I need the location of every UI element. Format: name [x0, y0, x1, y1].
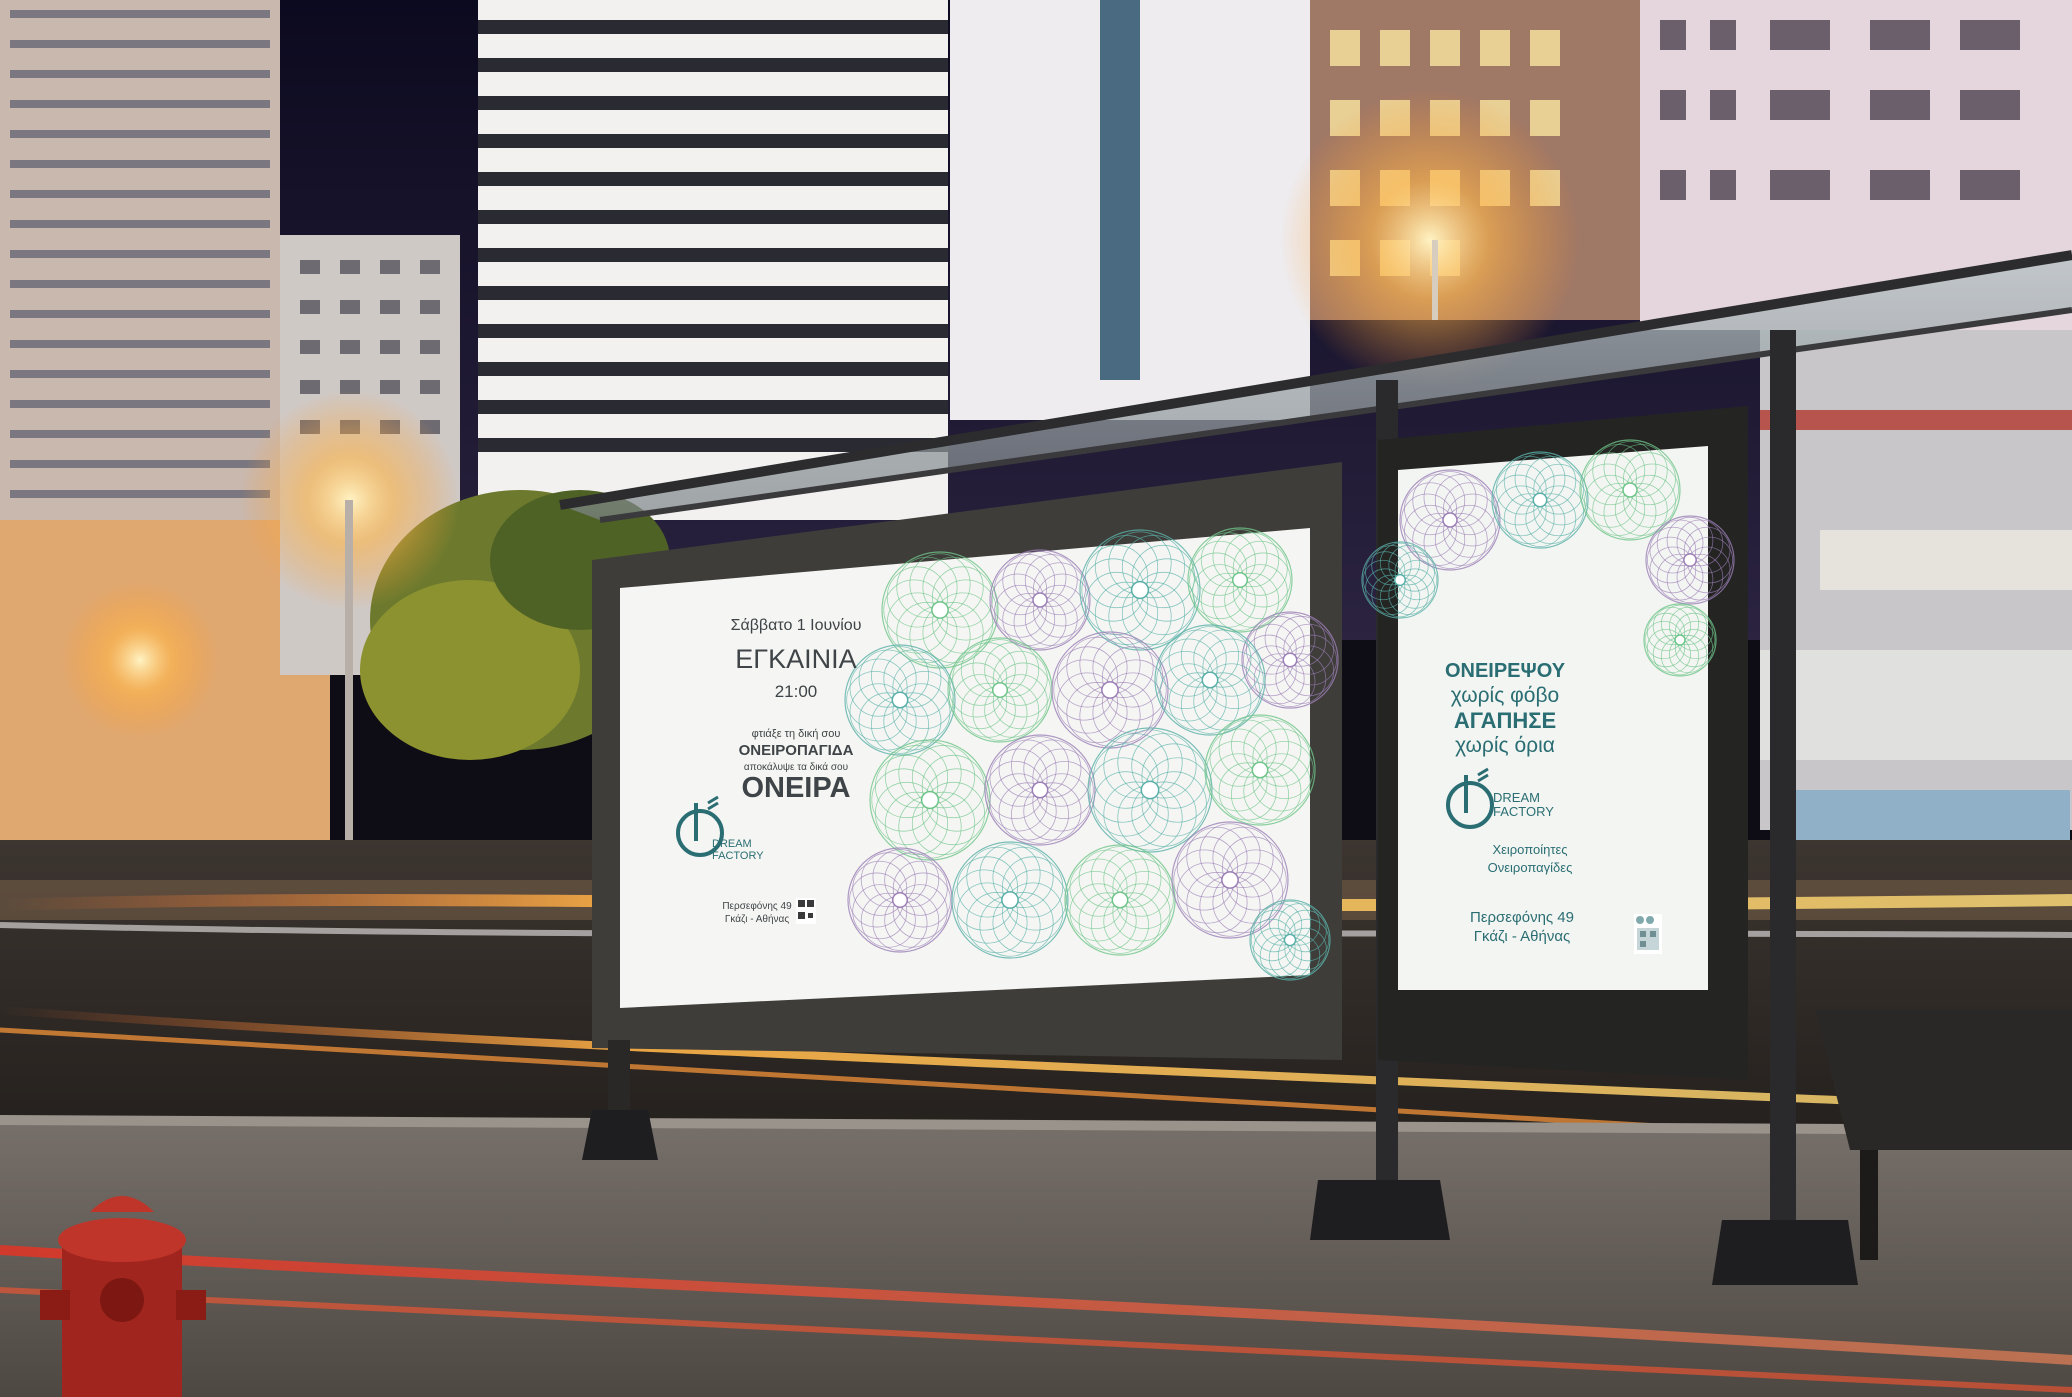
- event-title: ΕΓΚΑΙΝΙΑ: [735, 644, 857, 674]
- small-headline-4: χωρίς όρια: [1455, 734, 1555, 757]
- large-address-line-2: Γκάζι - Αθήνας: [724, 914, 790, 925]
- striped-tower: [478, 0, 948, 520]
- tagline-line-2: ΟΝΕΙΡΟΠΑΓΙΔΑ: [738, 742, 854, 759]
- small-tagline-line-1: Χειροποίητες: [1492, 842, 1568, 857]
- small-address: Περσεφόνης 49 Γκάζι - Αθήνας: [1452, 908, 1592, 946]
- small-address-line-2: Γκάζι - Αθήνας: [1473, 928, 1571, 945]
- small-headline-1: ΟΝΕΙΡΕΨΟΥ: [1444, 660, 1566, 682]
- event-date: Σάββατο 1 Ιουνίου: [730, 617, 862, 634]
- small-brand-name: DREAM FACTORY: [1493, 791, 1593, 819]
- scene-illustration: [0, 0, 2072, 1397]
- large-brand-line-1: DREAM: [712, 838, 752, 850]
- small-brand-line-1: DREAM: [1493, 790, 1540, 805]
- street-scene: Σάββατο 1 Ιουνίου ΕΓΚΑΙΝΙΑ 21:00 φτιάξε …: [0, 0, 2072, 1397]
- event-time: 21:00: [774, 682, 818, 701]
- large-address: Περσεφόνης 49 Γκάζι - Αθήνας: [712, 900, 802, 926]
- large-address-line-1: Περσεφόνης 49: [722, 901, 792, 912]
- small-address-line-1: Περσεφόνης 49: [1470, 909, 1574, 926]
- small-qr-code-icon: [1634, 914, 1662, 954]
- small-tagline: Χειροποίητες Ονειροπαγίδες: [1460, 841, 1600, 877]
- small-brand-line-2: FACTORY: [1493, 804, 1554, 819]
- small-headline-3: ΑΓΑΠΗΣΕ: [1453, 708, 1557, 733]
- large-brand-name: DREAM FACTORY: [712, 838, 792, 862]
- small-tagline-line-2: Ονειροπαγίδες: [1487, 860, 1573, 875]
- tagline-line-4: ΟΝΕΙΡΑ: [741, 772, 851, 804]
- small-headline-2: χωρίς φόβο: [1450, 684, 1560, 707]
- large-brand-line-2: FACTORY: [712, 850, 764, 862]
- tagline-line-1: φτιάξε τη δική σου: [751, 728, 841, 740]
